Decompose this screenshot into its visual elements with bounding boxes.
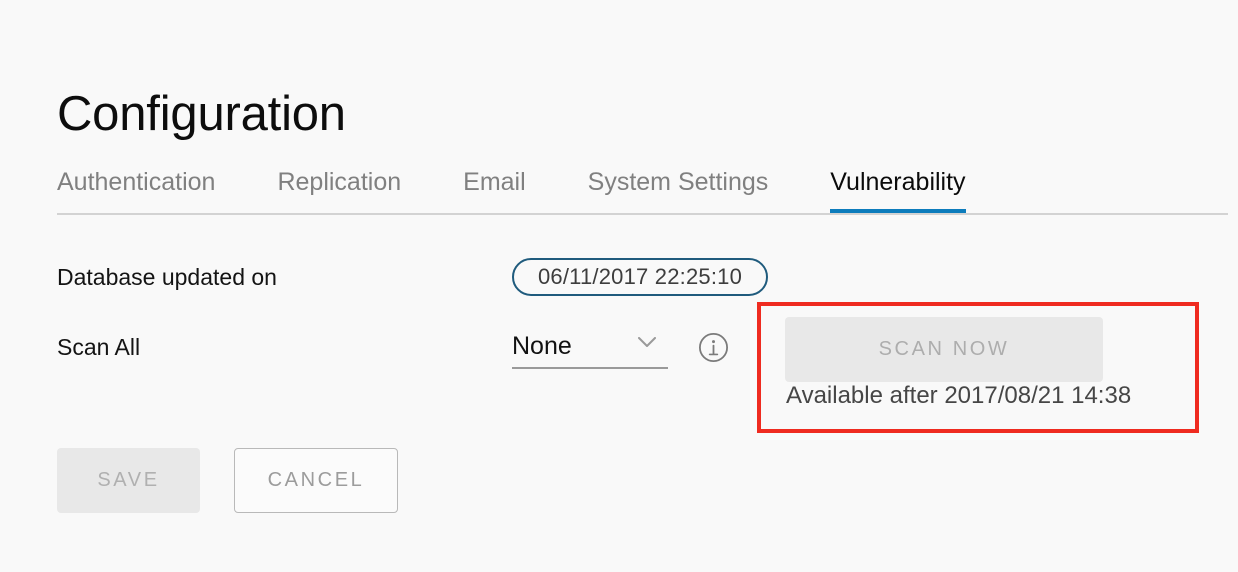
tab-bar-divider [57,213,1228,215]
tab-authentication-label: Authentication [57,168,216,196]
database-updated-label: Database updated on [57,264,277,290]
scan-all-row: Scan All None [57,325,729,369]
chevron-down-icon [638,337,656,348]
database-updated-value: 06/11/2017 22:25:10 [512,258,769,296]
form-actions: SAVE CANCEL [57,448,398,513]
tab-system-settings[interactable]: System Settings [588,165,769,213]
scan-all-selected-value: None [512,332,572,360]
tab-email-label: Email [463,168,526,196]
database-updated-row: Database updated on 06/11/2017 22:25:10 [57,258,769,296]
tab-email[interactable]: Email [463,165,526,213]
tab-bar: Authentication Replication Email System … [57,165,1228,215]
configuration-page: Configuration Authentication Replication… [0,0,1238,572]
tab-replication[interactable]: Replication [277,165,401,213]
tab-list: Authentication Replication Email System … [57,165,966,213]
cancel-button[interactable]: CANCEL [234,448,398,513]
scan-all-label: Scan All [57,334,141,360]
tab-system-settings-label: System Settings [587,168,769,196]
save-button[interactable]: SAVE [57,448,200,513]
scan-now-button[interactable]: SCAN NOW [785,317,1103,382]
info-circle-icon[interactable] [698,332,729,363]
tab-vulnerability[interactable]: Vulnerability [830,165,966,213]
tab-authentication[interactable]: Authentication [57,165,215,213]
scan-all-select[interactable]: None [512,325,668,369]
scan-availability-text: Available after 2017/08/21 14:38 [786,382,1132,409]
page-title: Configuration [57,86,346,141]
tab-replication-label: Replication [277,168,402,196]
tab-vulnerability-label: Vulnerability [830,168,966,196]
